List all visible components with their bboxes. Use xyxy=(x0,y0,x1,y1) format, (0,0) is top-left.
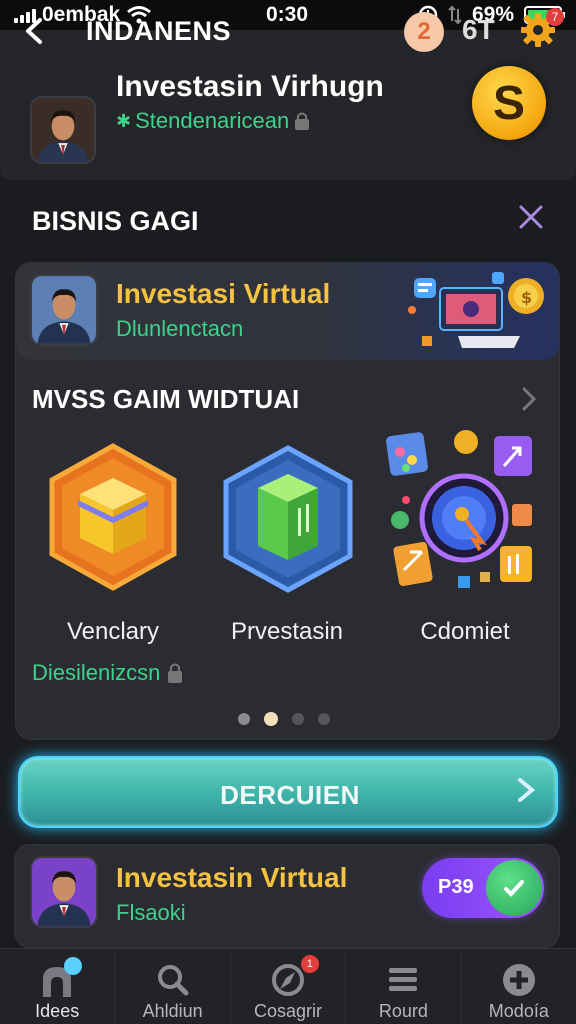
checkmark-icon xyxy=(486,860,542,916)
cta-button[interactable]: DERCUIEN xyxy=(18,756,558,828)
settings-badge: 7 xyxy=(546,8,564,26)
chevron-left-icon xyxy=(26,18,42,44)
cta-label: DERCUIEN xyxy=(220,780,360,810)
games-more-button[interactable] xyxy=(518,384,540,421)
yellow-cube-hex-icon[interactable] xyxy=(46,442,180,592)
games-subtitle-text: Diesilenizcsn xyxy=(32,660,161,685)
gear-globe-icon[interactable] xyxy=(384,426,544,606)
banner-title: Investasi Virtual xyxy=(116,278,331,309)
close-icon xyxy=(519,205,543,229)
sparkle-icon: ✱ xyxy=(116,110,132,131)
banner-subtitle: Dlunlenctacn xyxy=(116,316,244,341)
profile-status-text: Stendenaricean xyxy=(135,108,290,133)
person-portrait-icon xyxy=(32,276,96,344)
score-counter[interactable]: 6T xyxy=(462,14,495,46)
card-title: Investasin Virtual xyxy=(116,862,348,893)
game-label: Venclary xyxy=(66,618,160,645)
lock-icon xyxy=(295,112,310,130)
toggle-label: P39 xyxy=(438,876,474,898)
chevron-right-icon xyxy=(514,770,538,819)
nav-label: Ahldiun xyxy=(142,1001,203,1021)
lock-icon xyxy=(168,663,183,683)
nav-label: Modoía xyxy=(488,1001,549,1021)
computer-coin-illustration-icon: $ xyxy=(408,272,544,348)
coin-button[interactable]: S xyxy=(472,66,546,140)
nav-label: Cosagrir xyxy=(254,1001,323,1021)
nav-item-home[interactable]: Idees xyxy=(0,949,116,1024)
close-button[interactable] xyxy=(516,202,546,236)
page-dot[interactable] xyxy=(238,713,250,725)
chevron-right-icon xyxy=(522,387,537,411)
coin-icon: S xyxy=(492,76,525,130)
game-label: Prvestasin xyxy=(230,618,344,645)
card-avatar xyxy=(30,856,98,928)
page-dot[interactable] xyxy=(292,713,304,725)
page-title: INDANENS xyxy=(86,16,232,46)
nav-label: Idees xyxy=(35,1001,80,1021)
nav-item-search[interactable]: Ahldiun xyxy=(115,949,231,1024)
nav-label: Rourd xyxy=(378,1001,428,1021)
svg-text:$: $ xyxy=(521,288,532,307)
page-dot-active[interactable] xyxy=(264,712,278,726)
green-cube-hex-icon[interactable] xyxy=(220,444,356,594)
games-heading: MVSS GAIM WIDTUAI xyxy=(32,384,300,414)
nav-item-menu[interactable]: Rourd xyxy=(346,949,462,1024)
bottom-nav: Idees Ahldiun 1 Cosagrir Rourd Modoía xyxy=(0,948,576,1024)
profile-status: ✱ Stendenaricean xyxy=(116,108,311,134)
page-dot[interactable] xyxy=(318,713,330,725)
game-label: Cdomiet xyxy=(420,618,510,645)
toggle-switch[interactable]: P39 xyxy=(422,858,544,918)
nav-item-more[interactable]: Modoía xyxy=(462,949,576,1024)
data-arrows-icon xyxy=(448,5,462,25)
carousel-pagination[interactable] xyxy=(238,712,330,726)
notification-badge[interactable]: 2 xyxy=(404,12,444,52)
avatar[interactable] xyxy=(30,96,96,164)
notification-dot xyxy=(64,957,82,975)
plus-circle-icon xyxy=(502,964,535,996)
card-subtitle: Flsaoki xyxy=(116,900,186,925)
nav-item-explore[interactable]: 1 Cosagrir xyxy=(231,949,347,1024)
menu-icon xyxy=(389,968,418,991)
section-title: BISNIS GAGI xyxy=(32,206,199,236)
nav-badge: 1 xyxy=(300,955,319,973)
profile-name: Investasin Virhugn xyxy=(116,70,384,103)
person-portrait-icon xyxy=(32,98,94,162)
back-button[interactable] xyxy=(20,14,50,48)
clock: 0:30 xyxy=(266,3,309,26)
person-portrait-icon xyxy=(32,858,96,926)
games-subtitle: Diesilenizcsn xyxy=(32,660,184,686)
search-icon xyxy=(157,965,189,996)
banner-avatar xyxy=(30,274,98,346)
